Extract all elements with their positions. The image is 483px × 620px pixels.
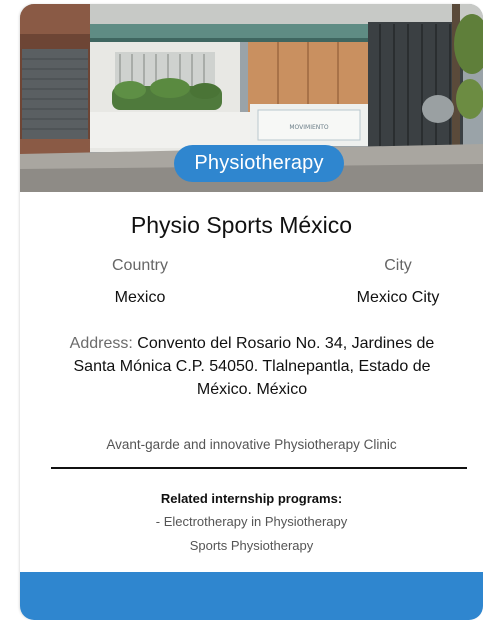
clinic-name: Physio Sports México	[130, 212, 353, 238]
address-label: Address:	[69, 335, 133, 352]
program-item[interactable]: - Electrotherapy in Physiotherapy	[20, 514, 483, 529]
program-item[interactable]: Sports Physiotherapy	[20, 538, 483, 553]
category-badge[interactable]: Physiotherapy	[174, 145, 344, 182]
card-footer-bar[interactable]	[20, 572, 483, 620]
city-label: City	[384, 257, 412, 274]
programs-heading: Related internship programs:	[160, 491, 343, 506]
country-value: Mexico	[114, 289, 166, 306]
sign-text: MOVIMIENTO	[289, 124, 329, 131]
clinic-description: Avant-garde and innovative Physiotherapy…	[106, 437, 397, 452]
divider	[51, 467, 467, 469]
country-info: Country Mexico	[60, 256, 220, 308]
city-value: Mexico City	[356, 289, 440, 306]
address: Address: Convento del Rosario No. 34, Ja…	[54, 332, 450, 401]
clinic-photo: MOVIMIENTO Physiotherapy	[20, 4, 483, 192]
clinic-card[interactable]: MOVIMIENTO Physiotherapy Physio Sports M…	[20, 4, 483, 620]
country-label: Country	[111, 257, 169, 274]
city-info: City Mexico City	[318, 256, 478, 308]
